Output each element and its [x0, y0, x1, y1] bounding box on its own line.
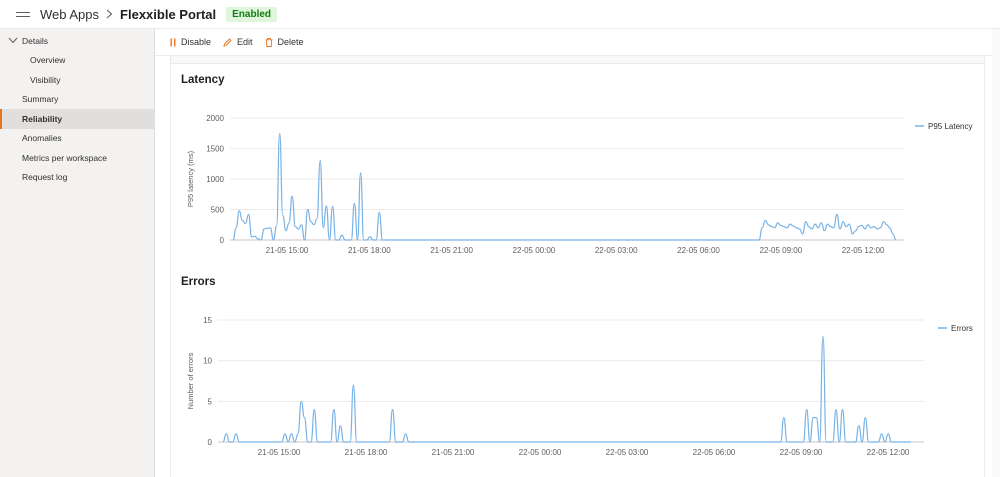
sidebar-item-label: Overview [30, 55, 66, 66]
latency-y-tick-label: 1500 [206, 145, 224, 154]
main-content: Disable Edit Delete Latency 0 500 1000 1500… [155, 29, 1000, 477]
sidebar-item-visibility[interactable]: Visibility [0, 70, 154, 90]
sidebar-item-label: Anomalies [22, 133, 62, 144]
sidebar-item-metrics-per-workspace[interactable]: Metrics per workspace [0, 148, 154, 168]
reliability-panel: Latency 0 500 1000 1500 2000 P95 latency (ms)… [170, 56, 985, 477]
delete-button[interactable]: Delete [265, 37, 304, 47]
sidebar-item-label: Metrics per workspace [22, 152, 108, 163]
delete-button-label: Delete [277, 37, 304, 47]
latency-section-title: Latency [181, 74, 225, 86]
sidebar-item-label: Summary [22, 94, 59, 105]
sidebar-item-request-log[interactable]: Request log [0, 168, 154, 188]
toolbar: Disable Edit Delete [155, 29, 1000, 56]
latency-x-tick-label: 22-05 00:00 [513, 246, 556, 255]
sidebar-item-overview[interactable]: Overview [0, 51, 154, 71]
errors-x-tick-label: 21-05 21:00 [432, 448, 475, 457]
errors-x-tick-label: 21-05 18:00 [345, 448, 388, 457]
latency-y-tick-label: 1000 [206, 175, 224, 184]
latency-x-tick-label: 22-05 09:00 [759, 246, 802, 255]
page-title: Flexxible Portal [120, 6, 217, 22]
pause-icon [170, 38, 176, 46]
errors-x-tick-label: 22-05 03:00 [606, 448, 649, 457]
errors-y-tick-label: 10 [203, 357, 212, 366]
latency-y-tick-label: 2000 [206, 114, 224, 123]
errors-section-title: Errors [181, 276, 216, 288]
sidebar-item-label: Visibility [30, 74, 61, 85]
latency-x-tick-label: 21-05 15:00 [266, 246, 309, 255]
main-scrollbar[interactable] [992, 29, 1000, 477]
errors-x-tick-label: 22-05 12:00 [867, 448, 910, 457]
trash-icon [265, 37, 273, 47]
latency-legend-label: P95 Latency [928, 122, 972, 131]
pencil-icon [223, 37, 232, 47]
latency-x-tick-label: 22-05 12:00 [842, 246, 885, 255]
chevron-down-icon [8, 37, 18, 44]
errors-y-tick-label: 5 [208, 397, 213, 406]
top-header: Web Apps Flexxible Portal Enabled [0, 0, 1000, 29]
latency-x-tick-label: 22-05 06:00 [677, 246, 720, 255]
breadcrumb-web-apps[interactable]: Web Apps [40, 7, 99, 22]
sidebar-item-reliability[interactable]: Reliability [0, 109, 154, 129]
edit-button[interactable]: Edit [223, 37, 253, 47]
errors-chart: 0 5 10 15 Number of errors 21-05 15:00 21-05 1… [186, 316, 973, 457]
latency-y-axis-label: P95 latency (ms) [186, 150, 195, 207]
disable-button[interactable]: Disable [170, 37, 211, 47]
disable-button-label: Disable [181, 37, 212, 47]
latency-series-line [232, 132, 897, 241]
errors-series-line [222, 335, 911, 443]
errors-x-tick-label: 22-05 00:00 [519, 448, 562, 457]
sidebar-item-details[interactable]: Details [0, 31, 154, 51]
errors-y-tick-label: 15 [203, 316, 212, 325]
errors-y-axis-label: Number of errors [186, 352, 195, 409]
sidebar-item-label: Details [22, 35, 48, 46]
panel-top-strip [171, 56, 984, 64]
latency-chart: 0 500 1000 1500 2000 P95 latency (ms) 21-05 15… [186, 114, 972, 255]
latency-x-tick-label: 22-05 03:00 [595, 246, 638, 255]
sidebar-item-anomalies[interactable]: Anomalies [0, 129, 154, 149]
sidebar-item-label: Request log [22, 172, 68, 183]
errors-y-tick-label: 0 [208, 438, 213, 447]
errors-legend-label: Errors [951, 324, 973, 333]
sidebar-item-label: Reliability [22, 113, 63, 124]
latency-x-tick-label: 21-05 21:00 [430, 246, 473, 255]
latency-y-tick-label: 500 [211, 206, 225, 215]
errors-x-tick-label: 22-05 09:00 [780, 448, 823, 457]
errors-x-tick-label: 22-05 06:00 [693, 448, 736, 457]
sidebar-item-summary[interactable]: Summary [0, 90, 154, 110]
latency-x-tick-label: 21-05 18:00 [348, 246, 391, 255]
status-badge: Enabled [226, 6, 278, 22]
sidebar: Details Overview Visibility Summary Reli… [0, 29, 155, 477]
latency-y-tick-label: 0 [220, 236, 225, 245]
edit-button-label: Edit [237, 37, 253, 47]
chevron-right-icon [106, 9, 113, 19]
errors-x-tick-label: 21-05 15:00 [258, 448, 301, 457]
hamburger-menu-icon[interactable] [16, 11, 30, 17]
